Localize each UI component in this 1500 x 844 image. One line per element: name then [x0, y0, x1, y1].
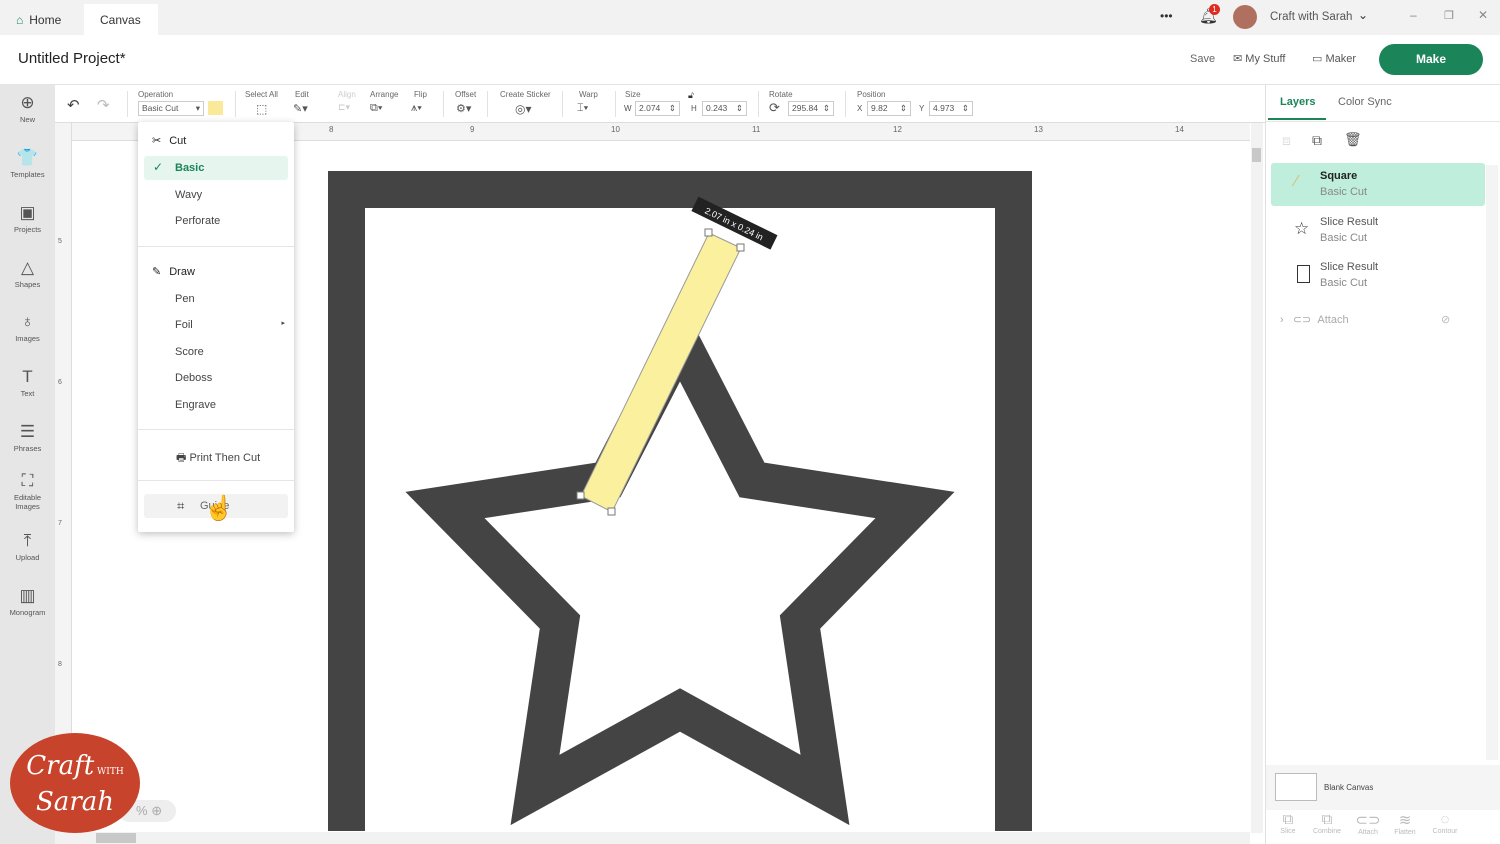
bottom-actions: ⧉ Slice ⧉ Combine ⊂⊃ Attach ≋ Flatten ◌ Conto…	[1266, 803, 1500, 844]
menu-header-cut: ✂ Cut	[152, 134, 187, 148]
menu-item-pen[interactable]: Pen	[175, 293, 195, 305]
scissors-icon: ✂	[152, 135, 162, 147]
blank-canvas-label: Blank Canvas	[1324, 783, 1374, 792]
pen-icon: ✎	[152, 266, 162, 278]
layer-item-frame[interactable]: Slice Result Basic Cut	[1271, 254, 1485, 297]
menu-item-foil[interactable]: Foil ▸	[175, 319, 285, 331]
menu-item-basic[interactable]: ✓ Basic	[144, 156, 288, 180]
attach-group[interactable]: › ⊂⊃ Attach	[1280, 313, 1349, 326]
flatten-button[interactable]: ≋ Flatten	[1385, 811, 1425, 836]
tab-layers[interactable]: Layers	[1280, 96, 1315, 108]
zoom-in-icon: ⊕	[151, 803, 163, 818]
hand-cursor-icon: ☝	[204, 495, 234, 522]
vertical-scrollbar	[1251, 123, 1263, 833]
submenu-arrow-icon: ▸	[281, 320, 285, 327]
menu-item-wavy[interactable]: Wavy	[175, 189, 202, 201]
watermark-logo: Craft WITH Sarah	[10, 733, 140, 833]
menu-header-draw: ✎ Draw	[152, 265, 195, 279]
attach-button[interactable]: ⊂⊃ Attach	[1348, 811, 1388, 836]
star-icon: ☆	[1294, 219, 1310, 238]
layers-panel: Layers Color Sync ⧈ ⧉ 🗑︎ ⁄ Square Basic C…	[1265, 85, 1500, 844]
menu-item-score[interactable]: Score	[175, 346, 204, 358]
hidden-eye-icon[interactable]: ⊘	[1441, 313, 1450, 326]
guide-icon: ⌗	[177, 498, 185, 513]
scrollbar-thumb	[1252, 148, 1261, 162]
slice-button[interactable]: ⧉ Slice	[1268, 811, 1308, 835]
menu-item-deboss[interactable]: Deboss	[175, 372, 212, 384]
contour-button[interactable]: ◌ Contour	[1425, 811, 1465, 835]
duplicate-icon[interactable]: ⧉	[1312, 132, 1322, 149]
menu-item-engrave[interactable]: Engrave	[175, 399, 216, 411]
horizontal-scrollbar	[55, 832, 1250, 844]
menu-item-print-then-cut[interactable]: 🖶︎ Print Then Cut	[176, 449, 260, 468]
layers-scrollbar[interactable]	[1486, 165, 1498, 760]
printer-icon: 🖶︎	[176, 452, 190, 464]
operation-dropdown-menu: ✂ Cut ✓ Basic Wavy Perforate ✎ Draw Pen Fo…	[138, 122, 294, 532]
rectangle-icon	[1297, 265, 1310, 283]
chevron-right-icon: ›	[1280, 314, 1284, 326]
check-icon: ✓	[153, 160, 164, 174]
star-shape	[405, 298, 955, 826]
layer-item-star[interactable]: ☆ Slice Result Basic Cut	[1271, 209, 1485, 252]
combine-button[interactable]: ⧉ Combine	[1307, 811, 1347, 835]
menu-item-perforate[interactable]: Perforate	[175, 215, 220, 227]
square-thumbnail-icon: ⁄	[1295, 173, 1298, 190]
tab-color-sync[interactable]: Color Sync	[1338, 96, 1392, 108]
layer-item-square[interactable]: ⁄ Square Basic Cut	[1271, 163, 1485, 206]
attach-icon: ⊂⊃	[1292, 314, 1312, 326]
blank-canvas-thumbnail[interactable]	[1275, 773, 1317, 801]
delete-icon[interactable]: 🗑︎	[1344, 131, 1362, 148]
group-icon[interactable]: ⧈	[1282, 132, 1291, 149]
